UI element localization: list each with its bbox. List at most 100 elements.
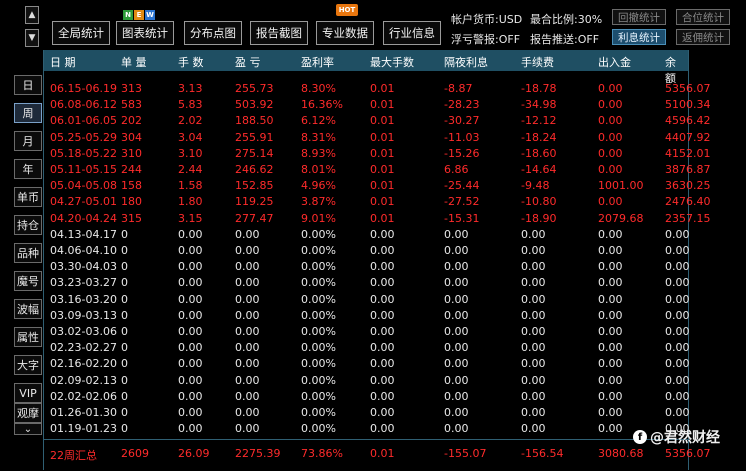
sidebar-item-positions[interactable]: 持仓: [14, 215, 42, 235]
scroll-down-button[interactable]: ▼: [25, 29, 39, 47]
table-cell: 03.16-03.20: [50, 292, 117, 306]
table-cell: 0.00: [521, 292, 546, 306]
scroll-up-button[interactable]: ▲: [25, 6, 39, 24]
table-cell: 0.00: [370, 325, 395, 338]
distribution-chart-button[interactable]: 分布点图: [184, 21, 242, 45]
table-row[interactable]: 05.18-05.22 310 3.10 275.14 8.93% 0.01 -15.26 -…: [44, 146, 711, 162]
sidebar-item-week[interactable]: 周: [14, 103, 42, 123]
sidebar-item-vip[interactable]: VIP: [14, 383, 42, 403]
sidebar-item-month[interactable]: 月: [14, 131, 42, 151]
table-cell: 0.00: [178, 373, 203, 387]
table-row[interactable]: 03.09-03.13 0 0.00 0.00 0.00% 0.00 0.00 0.00 0.0…: [44, 308, 690, 324]
table-cell: 2.44: [178, 163, 203, 176]
column-header[interactable]: 出入金: [598, 54, 631, 70]
table-cell: 246.62: [235, 163, 274, 176]
sidebar-item-day[interactable]: 日: [14, 75, 42, 95]
drawdown-stats-button[interactable]: 回撤统计: [612, 9, 666, 25]
table-row[interactable]: 03.23-03.27 0 0.00 0.00 0.00% 0.00 0.00 0.00 0.0…: [44, 275, 690, 291]
column-header[interactable]: 手续费: [521, 54, 554, 70]
table-cell: 0.00: [235, 325, 260, 338]
table-row[interactable]: 01.19-01.23 0 0.00 0.00 0.00% 0.00 0.00 0.00 0.0…: [44, 421, 690, 437]
sidebar-item-magic-number[interactable]: 魔号: [14, 271, 42, 291]
column-header[interactable]: 日 期: [50, 54, 76, 70]
column-header[interactable]: 手 数: [178, 54, 204, 70]
industry-info-button[interactable]: 行业信息: [383, 21, 441, 45]
table-cell: 0.00: [665, 227, 690, 241]
table-cell: 0.00: [521, 357, 546, 371]
table-cell: 6.86: [444, 163, 469, 176]
table-cell: 0.00: [444, 373, 469, 387]
sidebar-item-symbols[interactable]: 品种: [14, 243, 42, 263]
sidebar-item-attributes[interactable]: 属性: [14, 327, 42, 347]
table-cell: 0.00%: [301, 292, 336, 306]
table-cell: 8.01%: [301, 163, 336, 176]
table-cell: 0.00: [178, 244, 203, 257]
table-cell: 0.00%: [301, 308, 336, 322]
table-row[interactable]: 02.09-02.13 0 0.00 0.00 0.00% 0.00 0.00 0.00 0.0…: [44, 373, 690, 389]
hot-badge: HOT: [336, 4, 358, 16]
table-cell: 0.00: [178, 389, 203, 403]
table-row[interactable]: 02.02-02.06 0 0.00 0.00 0.00% 0.00 0.00 0.00 0.0…: [44, 389, 690, 405]
table-row[interactable]: 04.20-04.24 315 3.15 277.47 9.01% 0.01 -15.31 -…: [44, 211, 711, 227]
table-cell: 2476.40: [665, 195, 711, 209]
table-cell: -15.31: [444, 211, 480, 225]
table-row[interactable]: 04.06-04.10 0 0.00 0.00 0.00% 0.00 0.00 0.00 0.0…: [44, 243, 690, 259]
sidebar-item-big-font[interactable]: 大字: [14, 355, 42, 375]
table-row[interactable]: 05.25-05.29 304 3.04 255.91 8.31% 0.01 -11.03 -…: [44, 130, 711, 146]
table-cell: 0: [121, 308, 128, 322]
table-row[interactable]: 02.23-02.27 0 0.00 0.00 0.00% 0.00 0.00 0.00 0.0…: [44, 340, 690, 356]
sidebar-item-single-currency[interactable]: 单币: [14, 187, 42, 207]
interest-stats-button[interactable]: 利息统计: [612, 29, 666, 45]
chart-stats-button[interactable]: 图表统计: [116, 21, 174, 45]
rebate-stats-button[interactable]: 返佣统计: [676, 29, 730, 45]
table-row[interactable]: 03.16-03.20 0 0.00 0.00 0.00% 0.00 0.00 0.00 0.0…: [44, 292, 690, 308]
table-cell: 0.00: [444, 422, 469, 436]
table-cell: 1.80: [178, 195, 203, 209]
column-header[interactable]: 盈 亏: [235, 54, 261, 70]
table-cell: 0.00: [235, 276, 260, 290]
table-cell: 5100.34: [665, 98, 711, 112]
table-cell: 0.00: [521, 227, 546, 241]
table-row[interactable]: 03.30-04.03 0 0.00 0.00 0.00% 0.00 0.00 0.00 0.0…: [44, 259, 690, 275]
sidebar-item-year[interactable]: 年: [14, 159, 42, 179]
table-row[interactable]: 04.27-05.01 180 1.80 119.25 3.87% 0.01 -27.52 -…: [44, 194, 711, 210]
table-cell: 0.00: [598, 195, 623, 209]
table-cell: 02.23-02.27: [50, 341, 117, 355]
table-cell: 0: [121, 389, 128, 403]
sidebar-item-observe[interactable]: 观摩: [14, 403, 42, 423]
table-row[interactable]: 05.11-05.15 244 2.44 246.62 8.01% 0.01 6.86 -14…: [44, 162, 711, 178]
table-row[interactable]: 05.04-05.08 158 1.58 152.85 4.96% 0.01 -25.44 -…: [44, 178, 711, 194]
table-cell: 0.00: [598, 146, 623, 160]
global-stats-button[interactable]: 全局统计: [52, 21, 110, 45]
table-row[interactable]: 06.01-06.05 202 2.02 188.50 6.12% 0.01 -30.27 -…: [44, 113, 711, 129]
column-header[interactable]: 隔夜利息: [444, 54, 488, 70]
column-header[interactable]: 单 量: [121, 54, 147, 70]
table-cell: 0: [121, 325, 128, 338]
table-row[interactable]: 03.02-03.06 0 0.00 0.00 0.00% 0.00 0.00 0.00 0.0…: [44, 324, 690, 340]
watermark-text: @君然财经: [650, 430, 720, 446]
position-stats-button[interactable]: 合位统计: [676, 9, 730, 25]
table-cell: 0.00: [598, 276, 623, 290]
table-row[interactable]: 02.16-02.20 0 0.00 0.00 0.00% 0.00 0.00 0.00 0.0…: [44, 356, 690, 372]
table-cell: 0.00: [235, 422, 260, 436]
column-header[interactable]: 最大手数: [370, 54, 414, 70]
table-row[interactable]: 06.08-06.12 583 5.83 503.92 16.36% 0.01 -28.23…: [44, 97, 711, 113]
report-screenshot-button[interactable]: 报告截图: [250, 21, 308, 45]
table-cell: 0.00%: [301, 244, 336, 257]
pro-data-button[interactable]: 专业数据: [316, 21, 374, 45]
table-cell: 0.00: [665, 292, 690, 306]
table-row[interactable]: 04.13-04.17 0 0.00 0.00 0.00% 0.00 0.00 0.00 0.0…: [44, 227, 690, 243]
table-row[interactable]: 01.26-01.30 0 0.00 0.00 0.00% 0.00 0.00 0.00 0.0…: [44, 405, 690, 421]
table-row[interactable]: 06.15-06.19 313 3.13 255.73 8.30% 0.01 -8.87 -1…: [44, 81, 711, 97]
table-cell: 3.15: [178, 211, 203, 225]
table-cell: 0.00: [370, 373, 395, 387]
table-cell: 0.00: [598, 422, 623, 436]
table-cell: 0.00: [235, 389, 260, 403]
account-currency-label: 帐户货币:USD: [451, 13, 523, 26]
column-header[interactable]: 盈利率: [301, 54, 334, 70]
table-cell: 04.06-04.10: [50, 244, 117, 257]
table-cell: 0.00: [665, 357, 690, 371]
sidebar-more-button[interactable]: ⌄: [14, 423, 42, 435]
sidebar-item-volatility[interactable]: 波幅: [14, 299, 42, 319]
table-cell: 9.01%: [301, 211, 336, 225]
